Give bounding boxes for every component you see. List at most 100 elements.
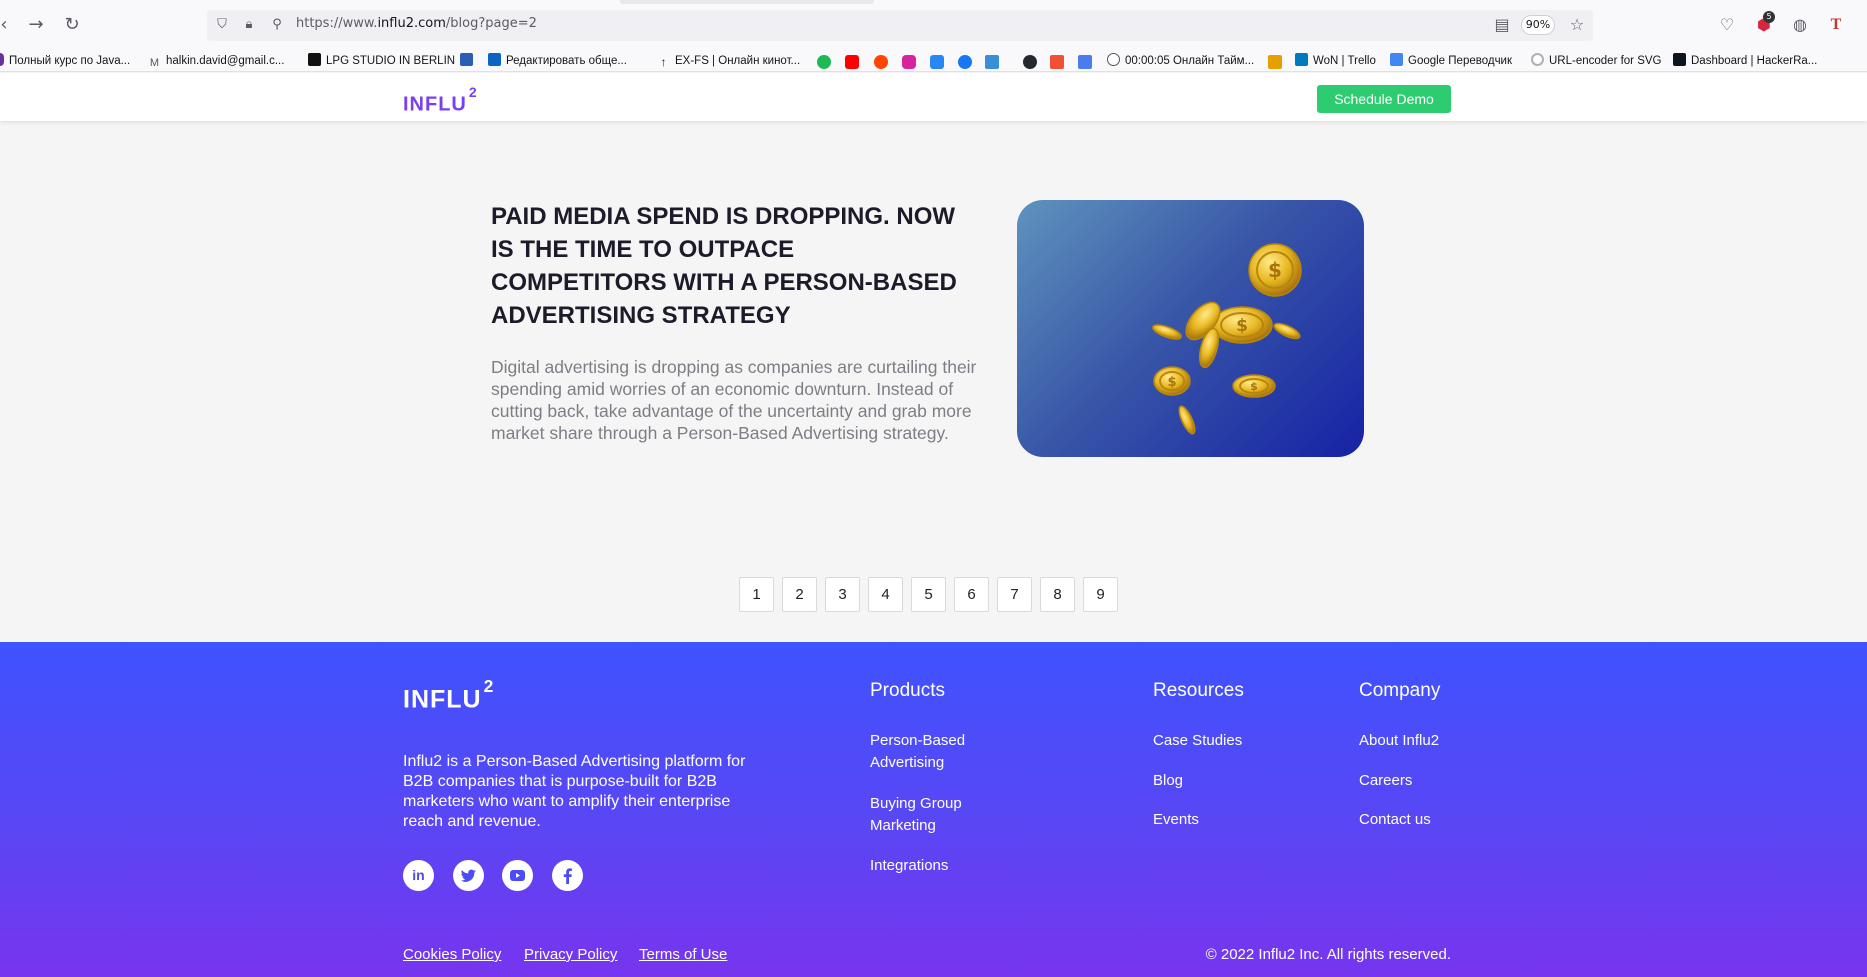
bookmark-item[interactable]: Редактировать обще... [488, 52, 627, 70]
article-title[interactable]: PAID MEDIA SPEND IS DROPPING. NOW IS THE… [491, 200, 971, 332]
bookmark-label: Редактировать обще... [506, 55, 627, 67]
page-button[interactable]: 7 [997, 577, 1032, 612]
bookmark-item[interactable]: Полный курс по Java... [0, 52, 130, 70]
lock-icon[interactable]: 🔒︎ [240, 16, 258, 34]
site-header: INFLU2 Schedule Demo [0, 73, 1867, 121]
page-button[interactable]: 5 [911, 577, 946, 612]
bookmark-label: halkin.david@gmail.c... [166, 55, 285, 67]
terms-of-use-link[interactable]: Terms of Use [639, 946, 727, 963]
footer-link-buying-group-marketing[interactable]: Buying Group Marketing [870, 793, 990, 837]
google-translate-icon [1390, 53, 1403, 66]
footer-link-integrations[interactable]: Integrations [870, 855, 948, 877]
footer-link-contact[interactable]: Contact us [1359, 809, 1431, 831]
influ2-logo[interactable]: INFLU2 [403, 84, 478, 117]
bookmark-item[interactable]: WoN | Trello [1295, 52, 1376, 70]
footer-link-careers[interactable]: Careers [1359, 770, 1412, 792]
bookmark-item[interactable]: 00:00:05 Онлайн Тайм... [1107, 52, 1254, 70]
footer-description: Influ2 is a Person-Based Advertising pla… [403, 753, 746, 830]
timer-icon [1107, 53, 1120, 66]
forward-icon[interactable]: → [24, 13, 48, 37]
url-text[interactable]: https://www.influ2.com/blog?page=2 [296, 16, 537, 31]
svg-text:$: $ [1236, 316, 1248, 336]
page-button[interactable]: 9 [1083, 577, 1118, 612]
svg-text:$: $ [1250, 380, 1258, 393]
page-button[interactable]: 6 [954, 577, 989, 612]
app-favicon-icon[interactable] [1078, 55, 1092, 69]
page-button[interactable]: 1 [739, 577, 774, 612]
twitter-icon[interactable] [453, 860, 484, 891]
vk-icon[interactable] [930, 55, 944, 69]
page-button[interactable]: 8 [1040, 577, 1075, 612]
reload-icon[interactable]: ↻ [60, 13, 84, 37]
logo-superscript: 2 [483, 676, 495, 696]
bookmark-item[interactable]: Google Переводчик [1390, 52, 1512, 70]
youtube-favicon-icon[interactable] [845, 55, 859, 69]
bookmark-label: URL-encoder for SVG [1549, 55, 1662, 67]
facebook-favicon-icon[interactable] [958, 55, 972, 69]
footer-link-person-based-advertising[interactable]: Person-Based Advertising [870, 730, 990, 774]
permissions-icon[interactable]: ⚲ [268, 16, 286, 34]
zoom-level[interactable]: 90% [1521, 15, 1555, 35]
bookmark-item[interactable]: Mhalkin.david@gmail.c... [148, 52, 285, 70]
page-button[interactable]: 4 [868, 577, 903, 612]
bookmark-label: Google Переводчик [1408, 55, 1513, 67]
page-button[interactable]: 3 [825, 577, 860, 612]
bookmark-favicon-icon [0, 53, 4, 66]
site-footer: INFLU 2 Influ2 is a Person-Based Advertis… [0, 642, 1867, 977]
cookies-policy-link[interactable]: Cookies Policy [403, 946, 501, 963]
footer-logo[interactable]: INFLU 2 [403, 676, 494, 714]
svg-text:$: $ [1268, 258, 1282, 282]
reddit-icon[interactable] [874, 55, 888, 69]
privacy-policy-link[interactable]: Privacy Policy [524, 946, 617, 963]
youtube-icon[interactable] [502, 860, 533, 891]
footer-link-about[interactable]: About Influ2 [1359, 730, 1439, 752]
sublime-icon[interactable] [1050, 55, 1064, 69]
footer-heading-company: Company [1359, 680, 1441, 701]
folder-icon[interactable] [1268, 55, 1282, 69]
bookmark-item[interactable]: LPG STUDIO IN BERLIN [308, 52, 455, 70]
footer-link-case-studies[interactable]: Case Studies [1153, 730, 1242, 752]
footer-heading-products: Products [870, 680, 945, 701]
bookmark-label: EX-FS | Онлайн кинот... [675, 55, 801, 67]
gold-coins-illustration: $ $ $ $ [1152, 243, 1302, 435]
bookmark-item[interactable]: Dashboard | HackerRa... [1673, 52, 1817, 70]
bookmark-label: WoN | Trello [1313, 55, 1376, 67]
url-path: /blog?page=2 [445, 16, 537, 31]
logo-superscript: 2 [468, 84, 478, 100]
article-excerpt: Digital advertising is dropping as compa… [491, 357, 977, 443]
gmail-icon: M [149, 57, 160, 69]
page-button[interactable]: 2 [782, 577, 817, 612]
browser-toolbar: ‹ → ↻ ⛉ 🔒︎ ⚲ https://www.influ2.com/blog… [0, 0, 1867, 50]
svg-text:$: $ [1167, 375, 1176, 390]
pocket-icon[interactable]: ♡ [1715, 13, 1739, 37]
upload-arrow-icon: ↑ [660, 55, 667, 69]
instagram-icon[interactable] [902, 55, 916, 69]
bookmark-item[interactable]: ↑ EX-FS | Онлайн кинот... [657, 52, 801, 70]
linkedin-favicon-icon [488, 53, 501, 66]
globe-icon[interactable]: ◍ [1788, 13, 1812, 37]
github-icon[interactable] [1023, 55, 1037, 69]
bookmark-item[interactable] [460, 52, 478, 70]
facebook-icon[interactable] [552, 860, 583, 891]
logo-text: INFLU [403, 685, 482, 714]
linkedin-icon[interactable]: in [403, 860, 434, 891]
bookmark-label: Полный курс по Java... [9, 55, 131, 67]
logo-text: INFLU [403, 93, 467, 116]
translate-t-icon[interactable]: T [1824, 13, 1848, 37]
cube-icon[interactable] [985, 55, 999, 69]
bookmark-item[interactable]: URL-encoder for SVG [1531, 52, 1662, 70]
schedule-demo-button[interactable]: Schedule Demo [1317, 85, 1451, 113]
lpg-icon [308, 53, 321, 66]
article-image[interactable]: $ $ $ $ [1017, 200, 1364, 457]
mail-icon [460, 53, 473, 66]
footer-link-blog[interactable]: Blog [1153, 770, 1183, 792]
back-icon[interactable]: ‹ [0, 13, 16, 37]
extension-badge: 5 [1763, 11, 1775, 23]
reader-view-icon[interactable]: ▤ [1490, 13, 1514, 37]
bookmark-star-icon[interactable]: ☆ [1565, 13, 1589, 37]
bookmarks-bar: Полный курс по Java... Mhalkin.david@gma… [0, 50, 1867, 72]
copyright-text: © 2022 Influ2 Inc. All rights reserved. [1205, 946, 1451, 963]
spotify-icon[interactable] [817, 55, 831, 69]
shield-icon[interactable]: ⛉ [213, 16, 231, 34]
footer-link-events[interactable]: Events [1153, 809, 1199, 831]
